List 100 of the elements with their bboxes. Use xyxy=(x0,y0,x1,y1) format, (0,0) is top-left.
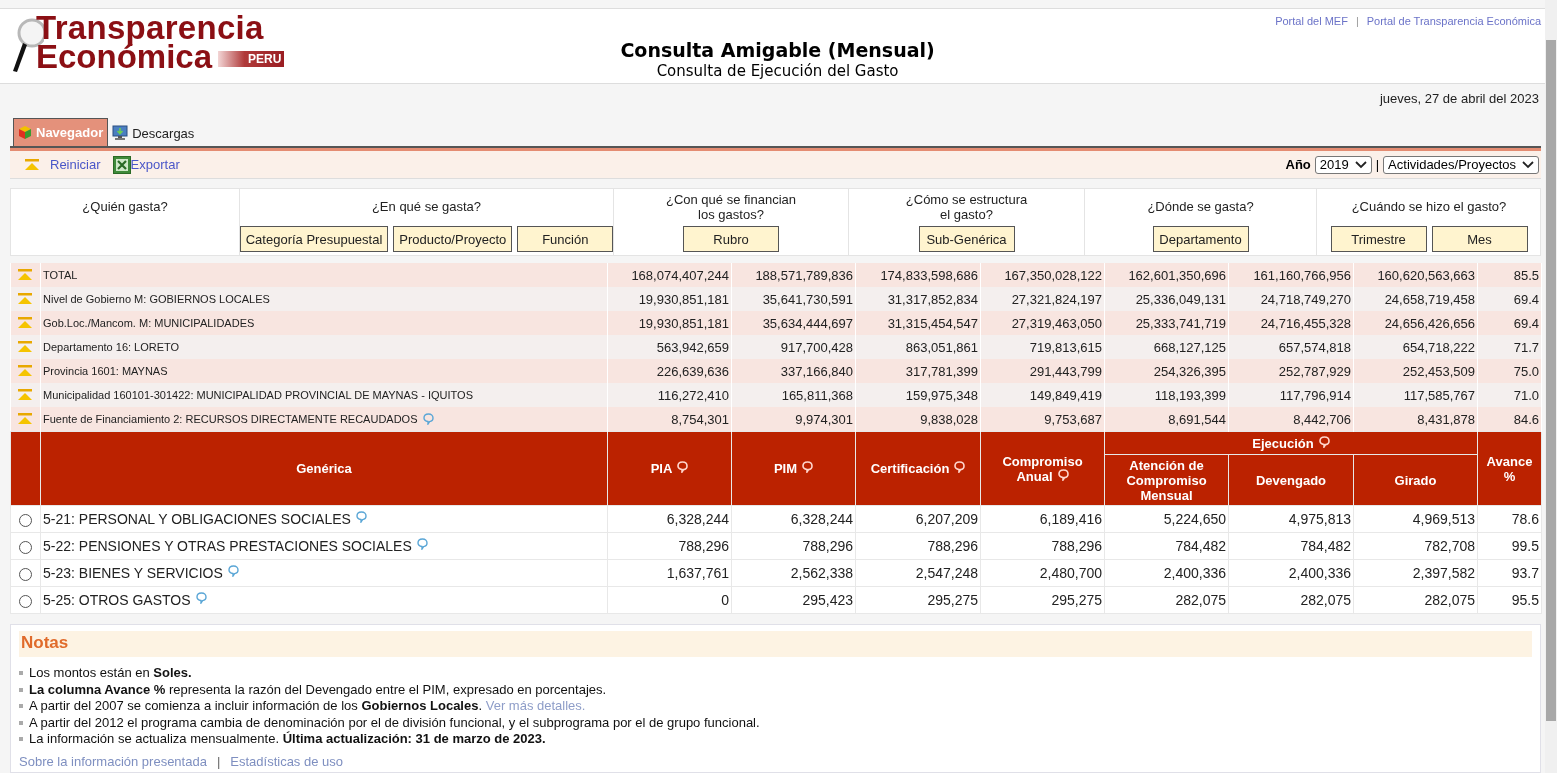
speech-bubble-icon xyxy=(1057,468,1069,481)
bullet-icon xyxy=(19,737,23,742)
link-separator: | xyxy=(216,753,221,769)
filter-button[interactable]: Trimestre xyxy=(1330,226,1427,252)
table-cell: 2,400,336 xyxy=(1104,559,1229,587)
column-header: Devengado xyxy=(1228,454,1354,506)
speech-bubble-icon xyxy=(422,413,434,425)
table-cell: 6,328,244 xyxy=(607,505,732,533)
table-cell: 8,754,301 xyxy=(607,407,732,432)
link-separator: | xyxy=(1355,15,1359,27)
filter-button[interactable]: Sub-Genérica xyxy=(918,226,1015,252)
table-cell: 69.4 xyxy=(1477,311,1542,335)
collapse-arrow-icon xyxy=(17,291,34,305)
collapse-arrow-icon xyxy=(24,158,40,171)
table-cell: 25,336,049,131 xyxy=(1104,287,1229,311)
table-cell: 784,482 xyxy=(1104,532,1229,560)
table-cell: 295,275 xyxy=(855,586,981,614)
table-cell: 788,296 xyxy=(980,532,1105,560)
table-cell: 31,315,454,547 xyxy=(855,311,981,335)
scrollbar[interactable] xyxy=(1545,0,1557,773)
table-cell: 282,075 xyxy=(1228,586,1354,614)
table-cell[interactable] xyxy=(10,359,41,383)
filter-button[interactable]: Rubro xyxy=(683,226,779,252)
table-cell[interactable] xyxy=(10,407,41,432)
table-cell: 161,160,766,956 xyxy=(1228,263,1354,287)
header-link[interactable]: Portal del MEF xyxy=(1275,15,1348,27)
table-cell: 8,691,544 xyxy=(1104,407,1229,432)
table-cell: 9,753,687 xyxy=(980,407,1105,432)
table-cell: 917,700,428 xyxy=(731,335,856,359)
note-text: A partir del 2007 se comienza a incluir información de los Gobiernos Locales. Ver más detalles. xyxy=(29,698,586,715)
table-cell[interactable] xyxy=(10,287,41,311)
table-cell: 1,637,761 xyxy=(607,559,732,587)
collapse-arrow-icon xyxy=(17,339,34,353)
table-cell: 25,333,741,719 xyxy=(1104,311,1229,335)
spreadsheet-icon xyxy=(112,155,131,174)
table-cell: 317,781,399 xyxy=(855,359,981,383)
table-cell: 168,074,407,244 xyxy=(607,263,732,287)
table-cell: 24,658,719,458 xyxy=(1353,287,1478,311)
tab[interactable]: Descargas xyxy=(108,120,199,146)
table-cell: 668,127,125 xyxy=(1104,335,1229,359)
table-cell: 118,193,399 xyxy=(1104,383,1229,407)
filter-button[interactable]: Departamento xyxy=(1152,226,1249,252)
table-cell: 719,813,615 xyxy=(980,335,1105,359)
table-cell: 71.7 xyxy=(1477,335,1542,359)
toolbar-link[interactable]: Exportar xyxy=(112,155,180,174)
table-cell: 2,400,336 xyxy=(1228,559,1354,587)
collapse-arrow-icon xyxy=(17,387,34,401)
table-cell: 657,574,818 xyxy=(1228,335,1354,359)
table-cell: 5-21: PERSONAL Y OBLIGACIONES SOCIALES xyxy=(40,505,608,533)
table-cell: 19,930,851,181 xyxy=(607,311,732,335)
table-cell: 5-22: PENSIONES Y OTRAS PRESTACIONES SOCIALES xyxy=(40,532,608,560)
cube-icon xyxy=(18,125,32,140)
table-cell: 2,547,248 xyxy=(855,559,981,587)
date-text: jueves, 27 de abril del 2023 xyxy=(1380,91,1539,108)
table-cell[interactable] xyxy=(10,335,41,359)
speech-bubble-icon xyxy=(1318,435,1330,448)
filter-question: ¿Quién gasta? xyxy=(82,198,168,214)
column-header: Compromiso Anual xyxy=(980,431,1105,506)
table-cell: 149,849,419 xyxy=(980,383,1105,407)
year-select[interactable]: 2019 xyxy=(1314,155,1372,174)
table-cell: 0 xyxy=(607,586,732,614)
filter-question: ¿En qué se gasta? xyxy=(371,198,482,214)
filter-button[interactable]: Categoría Presupuestal xyxy=(239,226,389,252)
table-cell: 27,319,463,050 xyxy=(980,311,1105,335)
view-select[interactable]: Actividades/Proyectos xyxy=(1383,155,1539,174)
table-cell[interactable] xyxy=(10,263,41,287)
table-cell: 116,272,410 xyxy=(607,383,732,407)
bullet-icon xyxy=(19,704,23,709)
table-cell: Nivel de Gobierno M: GOBIERNOS LOCALES xyxy=(40,287,608,311)
speech-bubble-icon xyxy=(195,592,207,604)
filter-button[interactable]: Mes xyxy=(1431,226,1528,252)
table-cell: 254,326,395 xyxy=(1104,359,1229,383)
collapse-arrow-icon xyxy=(17,363,34,377)
table-cell: 8,431,878 xyxy=(1353,407,1478,432)
chevron-down-icon xyxy=(1522,160,1534,169)
table-cell: 27,321,824,197 xyxy=(980,287,1105,311)
table-cell[interactable] xyxy=(10,383,41,407)
table-cell: 69.4 xyxy=(1477,287,1542,311)
header-link[interactable]: Portal de Transparencia Económica xyxy=(1366,15,1541,27)
table-cell: 282,075 xyxy=(1104,586,1229,614)
notes-heading: Notas xyxy=(19,631,1532,657)
table-cell: Provincia 1601: MAYNAS xyxy=(40,359,608,383)
filter-question: ¿Cómo se estructura el gasto? xyxy=(904,191,1029,222)
table-cell: 2,397,582 xyxy=(1353,559,1478,587)
speech-bubble-icon xyxy=(416,538,428,550)
bullet-icon xyxy=(19,720,23,725)
filter-button[interactable]: Producto/Proyecto xyxy=(393,226,513,252)
table-cell: 5,224,650 xyxy=(1104,505,1229,533)
table-cell: 35,641,730,591 xyxy=(731,287,856,311)
speech-bubble-icon xyxy=(954,461,966,473)
table-cell: 117,585,767 xyxy=(1353,383,1478,407)
page-title: Consulta Amigable (Mensual) xyxy=(619,38,936,62)
table-cell: Gob.Loc./Mancom. M: MUNICIPALIDADES xyxy=(40,311,608,335)
table-cell: 19,930,851,181 xyxy=(607,287,732,311)
table-cell: 788,296 xyxy=(731,532,856,560)
bullet-icon xyxy=(19,671,23,676)
filter-button[interactable]: Función xyxy=(517,226,614,252)
toolbar-link[interactable]: Reiniciar xyxy=(24,157,101,172)
table-cell[interactable] xyxy=(10,311,41,335)
page-subtitle: Consulta de Ejecución del Gasto xyxy=(655,62,900,81)
